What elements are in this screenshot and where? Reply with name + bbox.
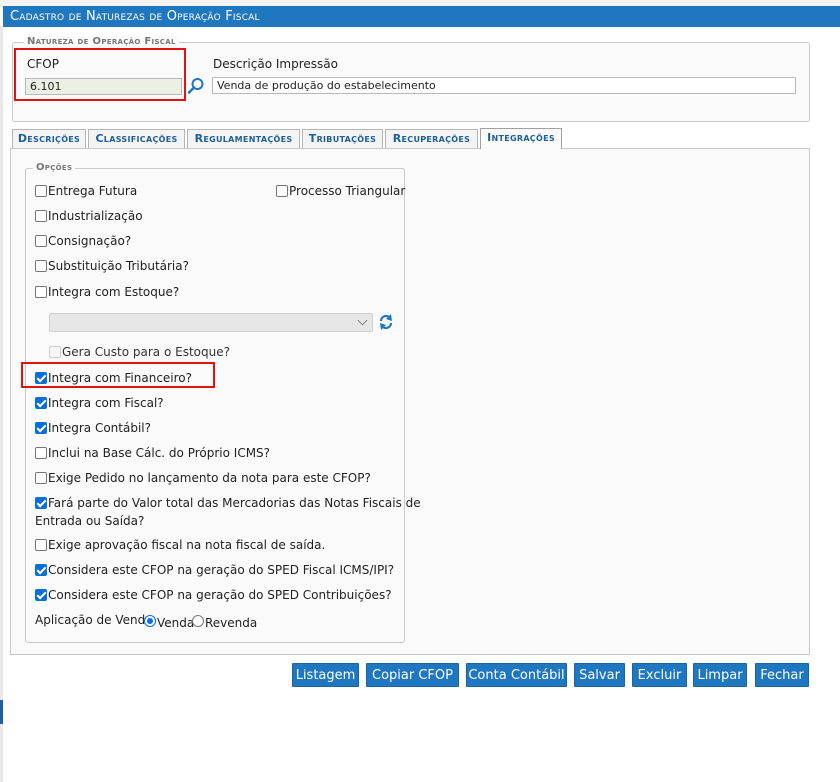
integra-contabil-label: Integra Contábil? — [48, 421, 151, 435]
integra-estoque-label: Integra com Estoque? — [48, 285, 180, 299]
salvar-button[interactable]: Salvar — [574, 663, 625, 687]
integra-fiscal-label: Integra com Fiscal? — [48, 396, 164, 410]
inclui-base-icms-label: Inclui na Base Cálc. do Próprio ICMS? — [48, 446, 271, 460]
valor-total-checkbox[interactable] — [35, 497, 47, 509]
tab-tributacoes[interactable]: Tributações — [302, 129, 383, 148]
sped-contribuicoes-label: Considera este CFOP na geração do SPED C… — [48, 588, 392, 602]
gera-custo-checkbox[interactable] — [49, 346, 61, 358]
sped-contribuicoes-checkbox[interactable] — [35, 589, 47, 601]
left-edge — [0, 27, 3, 782]
exige-aprovacao-label: Exige aprovação fiscal na nota fiscal de… — [48, 538, 326, 552]
consignacao-label: Consignação? — [48, 234, 132, 248]
entrega-futura-checkbox[interactable] — [35, 185, 47, 197]
valor-total-label-line2: Entrada ou Saída? — [35, 514, 145, 528]
descricao-label: Descrição Impressão — [213, 57, 338, 71]
exige-pedido-checkbox[interactable] — [35, 472, 47, 484]
fechar-button[interactable]: Fechar — [755, 663, 809, 687]
estoque-select[interactable] — [49, 313, 373, 332]
integra-fiscal-checkbox[interactable] — [35, 397, 47, 409]
search-icon[interactable] — [187, 77, 205, 95]
venda-label: Venda — [157, 616, 195, 630]
cfop-input[interactable] — [25, 78, 182, 95]
venda-radio[interactable] — [144, 615, 156, 627]
gera-custo-label: Gera Custo para o Estoque? — [62, 345, 230, 359]
valor-total-label: Fará parte do Valor total das Mercadoria… — [48, 496, 421, 510]
revenda-label: Revenda — [205, 616, 258, 630]
conta-contabil-button[interactable]: Conta Contábil — [466, 663, 567, 687]
industrializacao-checkbox[interactable] — [35, 210, 47, 222]
industrializacao-label: Industrialização — [48, 209, 143, 223]
limpar-button[interactable]: Limpar — [693, 663, 747, 687]
aplicacao-venda-label: Aplicação de Venda: — [35, 613, 157, 627]
excluir-button[interactable]: Excluir — [632, 663, 687, 687]
inclui-base-icms-checkbox[interactable] — [35, 447, 47, 459]
tab-integracoes[interactable]: Integrações — [480, 128, 562, 149]
sped-fiscal-label: Considera este CFOP na geração do SPED F… — [48, 563, 395, 577]
tab-recuperacoes[interactable]: Recuperações — [385, 129, 478, 148]
revenda-radio[interactable] — [192, 615, 204, 627]
opcoes-legend: Opções — [33, 162, 76, 173]
processo-triangular-label: Processo Triangular — [289, 184, 406, 198]
substituicao-tributaria-checkbox[interactable] — [35, 260, 47, 272]
natureza-legend: Natureza de Operação Fiscal — [24, 36, 179, 47]
integra-contabil-checkbox[interactable] — [35, 422, 47, 434]
cfop-label: CFOP — [27, 57, 59, 71]
refresh-icon[interactable] — [378, 313, 394, 331]
listagem-button[interactable]: Listagem — [292, 663, 359, 687]
processo-triangular-checkbox[interactable] — [276, 185, 288, 197]
chevron-down-icon — [357, 315, 368, 326]
substituicao-tributaria-label: Substituição Tributária? — [48, 259, 189, 273]
sped-fiscal-checkbox[interactable] — [35, 564, 47, 576]
window-title: Cadastro de Naturezas de Operação Fiscal — [3, 6, 840, 27]
copiar-cfop-button[interactable]: Copiar CFOP — [366, 663, 459, 687]
exige-aprovacao-checkbox[interactable] — [35, 539, 47, 551]
descricao-input[interactable] — [212, 77, 796, 94]
tab-regulamentacoes[interactable]: Regulamentações — [187, 129, 300, 148]
integra-financeiro-label: Integra com Financeiro? — [48, 371, 193, 385]
left-edge-marker — [0, 700, 3, 724]
tab-descricoes[interactable]: Descrições — [12, 129, 86, 148]
tab-classificacoes[interactable]: Classificações — [88, 129, 185, 148]
integra-financeiro-checkbox[interactable] — [35, 372, 47, 384]
exige-pedido-label: Exige Pedido no lançamento da nota para … — [48, 471, 371, 485]
integra-estoque-checkbox[interactable] — [35, 286, 47, 298]
consignacao-checkbox[interactable] — [35, 235, 47, 247]
entrega-futura-label: Entrega Futura — [48, 184, 138, 198]
